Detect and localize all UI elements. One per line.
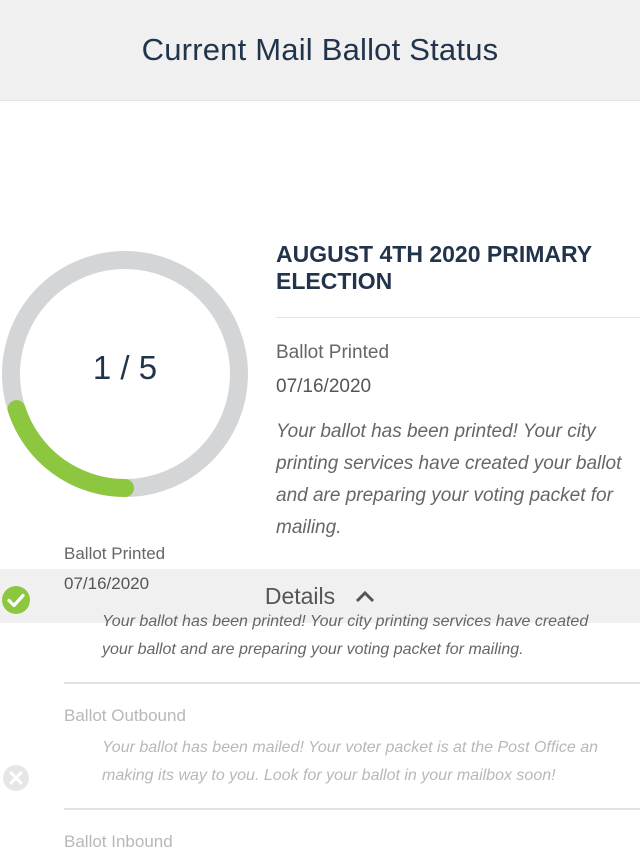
timeline-step-printed: Ballot Printed 07/16/2020 Your ballot ha… — [0, 522, 640, 684]
check-circle-icon — [2, 586, 30, 614]
divider — [276, 317, 640, 318]
step-description: Your ballot has been printed! Your city … — [102, 613, 589, 658]
progress-count: 1 / 5 — [92, 349, 158, 386]
status-timeline: Ballot Printed 07/16/2020 Your ballot ha… — [0, 522, 640, 852]
step-name: Ballot Inbound — [64, 832, 173, 851]
status-summary: 1 / 5 AUGUST 4TH 2020 PRIMARY ELECTION B… — [0, 101, 640, 623]
timeline-step-outbound: Ballot Outbound Your ballot has been mai… — [0, 684, 640, 810]
current-stage: Ballot Printed — [276, 342, 390, 363]
timeline-step-inbound: Ballot Inbound — [0, 810, 640, 852]
page-header: Current Mail Ballot Status — [0, 0, 640, 101]
step-description: Your ballot has been mailed! Your voter … — [102, 739, 598, 784]
step-date: 07/16/2020 — [64, 574, 150, 593]
election-title: AUGUST 4TH 2020 PRIMARY ELECTION — [276, 241, 592, 294]
step-name: Ballot Printed — [64, 544, 166, 563]
step-name: Ballot Outbound — [64, 706, 186, 725]
election-info: AUGUST 4TH 2020 PRIMARY ELECTION Ballot … — [276, 241, 640, 544]
x-circle-icon — [2, 764, 30, 792]
page-title: Current Mail Ballot Status — [141, 32, 499, 67]
current-stage-date: 07/16/2020 — [276, 376, 372, 397]
